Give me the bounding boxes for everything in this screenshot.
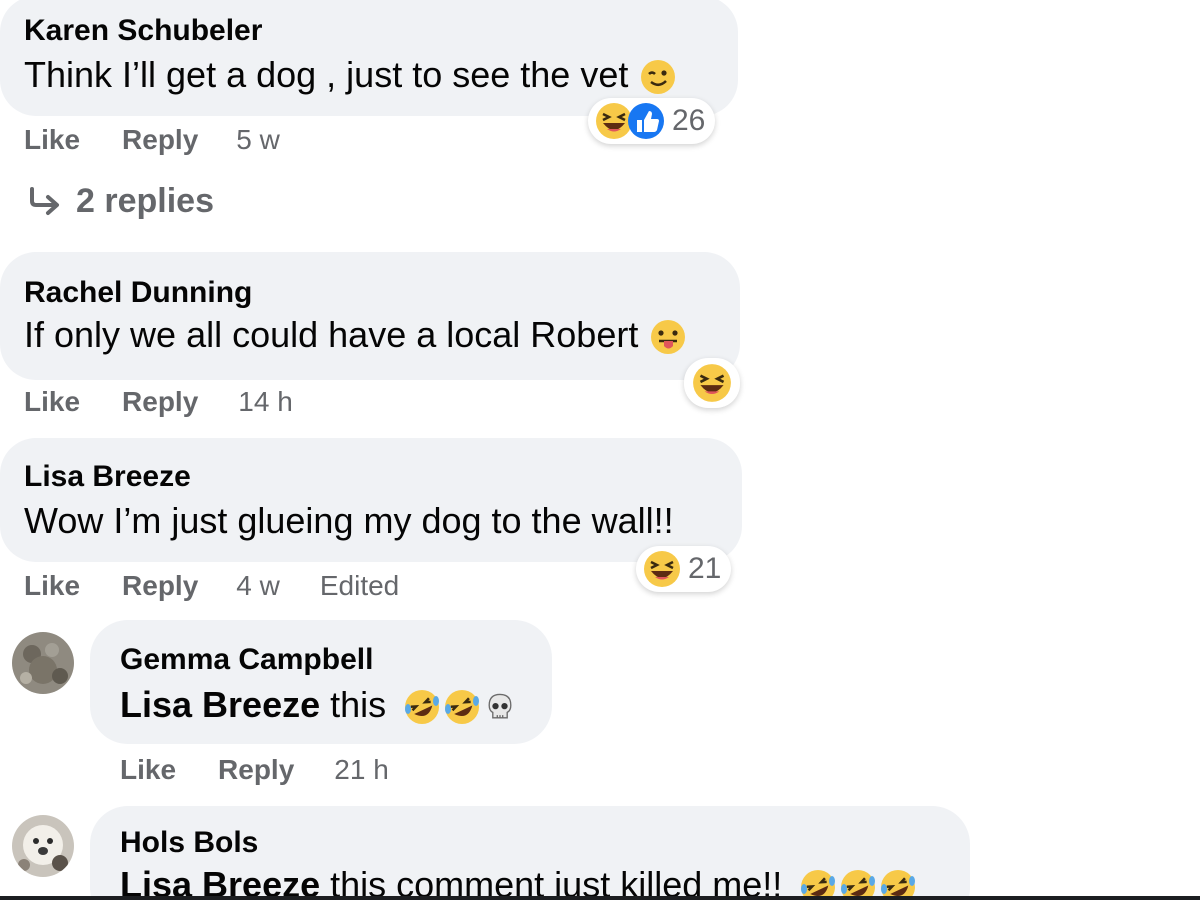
- reply-text: Lisa Breeze this: [120, 684, 518, 727]
- comment-author[interactable]: Rachel Dunning: [24, 276, 252, 310]
- reply-actions: Like Reply 21 h: [120, 754, 389, 786]
- reply-author[interactable]: Gemma Campbell: [120, 643, 373, 677]
- rolling-laughing-face-icon: [442, 687, 482, 727]
- thumbs-up-icon: [626, 101, 666, 141]
- reaction-count: 26: [672, 104, 706, 137]
- like-button[interactable]: Like: [24, 570, 80, 602]
- reaction-summary[interactable]: 21: [636, 546, 732, 592]
- comment-text: Wow I’m just glueing my dog to the wall!…: [24, 500, 674, 542]
- reply-button[interactable]: Reply: [218, 754, 294, 786]
- comment-actions: Like Reply 5 w: [24, 124, 280, 156]
- reply-button[interactable]: Reply: [122, 570, 198, 602]
- laughing-face-icon: [642, 549, 682, 589]
- comment-actions: Like Reply 14 h: [24, 386, 293, 418]
- comment-text-body: If only we all could have a local Robert: [24, 314, 639, 355]
- avatar[interactable]: [12, 815, 74, 877]
- reply-arrow-icon: [26, 185, 66, 219]
- reply-text: Lisa Breeze this comment just killed me!…: [120, 864, 918, 900]
- comment-author[interactable]: Lisa Breeze: [24, 460, 191, 494]
- like-button[interactable]: Like: [120, 754, 176, 786]
- edited-label: Edited: [319, 570, 400, 601]
- rolling-laughing-face-icon: [402, 687, 442, 727]
- mention-link[interactable]: Lisa Breeze: [120, 864, 320, 900]
- reaction-summary[interactable]: 26: [588, 98, 716, 144]
- reply-button[interactable]: Reply: [122, 124, 198, 156]
- avatar[interactable]: [12, 632, 74, 694]
- comment-text: If only we all could have a local Robert: [24, 314, 688, 357]
- comment-text-body: Wow I’m just glueing my dog to the wall!…: [24, 500, 674, 541]
- reply-author[interactable]: Hols Bols: [120, 826, 258, 860]
- bottom-border: [0, 896, 1200, 900]
- comment-author[interactable]: Karen Schubeler: [24, 14, 262, 48]
- reply-text-body: this comment just killed me!!: [320, 864, 783, 900]
- laughing-face-icon: [691, 362, 733, 404]
- reply-timestamp[interactable]: 21 h: [334, 754, 389, 786]
- face-with-tongue-icon: [648, 317, 688, 357]
- comment-text-body: Think I’ll get a dog , just to see the v…: [24, 54, 629, 95]
- comment-timestamp[interactable]: 14 h: [238, 386, 293, 418]
- skull-icon: [482, 689, 518, 725]
- view-replies-link[interactable]: 2 replies: [26, 182, 214, 221]
- reaction-summary[interactable]: [684, 358, 740, 408]
- like-button[interactable]: Like: [24, 386, 80, 418]
- comment-timestamp[interactable]: 4 w: [236, 570, 280, 602]
- view-replies-label[interactable]: 2 replies: [76, 182, 214, 221]
- mention-link[interactable]: Lisa Breeze: [120, 684, 320, 725]
- comment-timestamp[interactable]: 5 w: [236, 124, 280, 156]
- reply-text-body: this: [320, 684, 387, 725]
- reaction-count: 21: [688, 552, 722, 585]
- like-button[interactable]: Like: [24, 124, 80, 156]
- comment-text: Think I’ll get a dog , just to see the v…: [24, 54, 678, 97]
- comment-actions: Like Reply 4 w Edited: [24, 570, 399, 602]
- reply-button[interactable]: Reply: [122, 386, 198, 418]
- winking-face-icon: [638, 57, 678, 97]
